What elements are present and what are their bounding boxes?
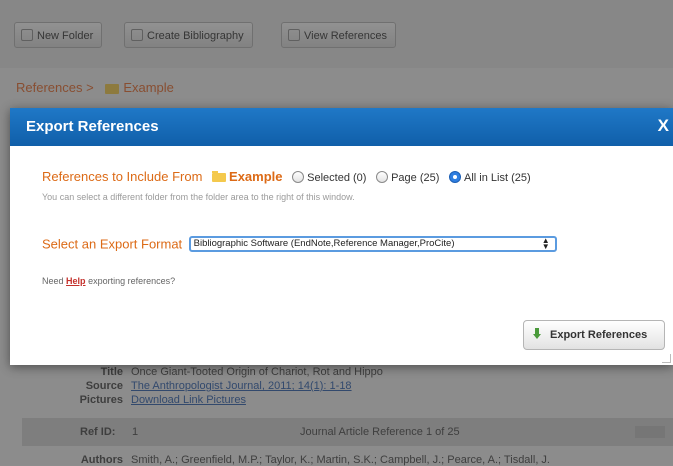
include-label: References to Include From xyxy=(42,169,203,184)
format-row: Select an Export Format Bibliographic So… xyxy=(42,235,557,253)
select-arrows-icon: ▲ ▼ xyxy=(541,235,550,251)
resize-grip-icon[interactable] xyxy=(662,354,671,363)
option-page-label: Page (25) xyxy=(391,171,440,184)
export-format-value: Bibliographic Software (EndNote,Referenc… xyxy=(193,237,455,249)
help-prefix: Need xyxy=(42,276,64,286)
dialog-title: Export References xyxy=(26,118,159,135)
help-link[interactable]: Help xyxy=(66,276,86,286)
radio-page[interactable] xyxy=(376,170,389,183)
export-references-dialog: Export References X References to Includ… xyxy=(10,108,673,365)
include-folder-name: Example xyxy=(229,169,283,184)
option-selected[interactable]: Selected (0) xyxy=(292,170,367,184)
close-button[interactable]: X xyxy=(658,116,669,136)
option-all-in-list[interactable]: All in List (25) xyxy=(449,170,531,184)
radio-selected[interactable] xyxy=(292,170,305,183)
option-selected-label: Selected (0) xyxy=(307,171,367,184)
include-row: References to Include From Example Selec… xyxy=(42,169,531,184)
download-icon xyxy=(533,328,541,339)
folder-icon xyxy=(212,171,227,183)
export-references-button[interactable]: Export References xyxy=(523,320,665,350)
format-label: Select an Export Format xyxy=(42,236,183,252)
export-references-label: Export References xyxy=(550,329,648,341)
folder-hint: You can select a different folder from t… xyxy=(42,192,355,202)
dialog-header: Export References X xyxy=(10,108,673,146)
help-row: Need Help exporting references? xyxy=(42,276,175,286)
option-all-label: All in List (25) xyxy=(464,171,531,184)
option-page[interactable]: Page (25) xyxy=(376,170,440,184)
export-format-select[interactable]: Bibliographic Software (EndNote,Referenc… xyxy=(188,235,557,252)
help-suffix: exporting references? xyxy=(88,276,176,286)
radio-all-in-list[interactable] xyxy=(449,170,462,183)
